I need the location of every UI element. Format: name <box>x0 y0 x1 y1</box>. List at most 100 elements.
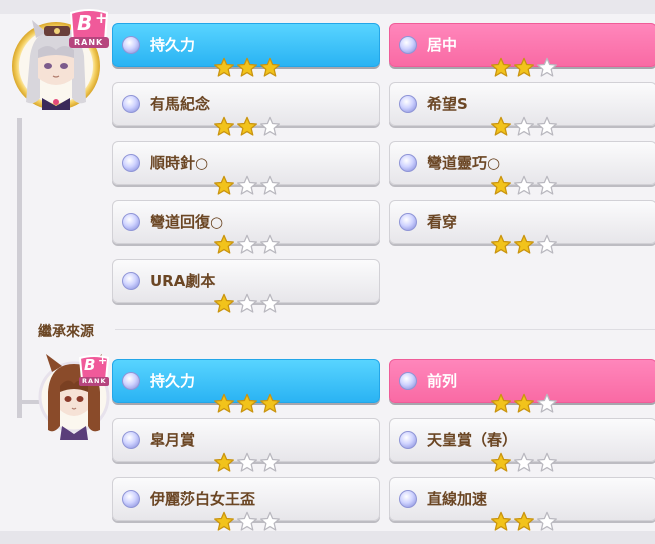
star-empty-icon <box>536 234 558 259</box>
tree-line <box>17 118 22 418</box>
star-filled-icon <box>213 393 235 418</box>
star-filled-icon <box>259 393 281 418</box>
star-rating <box>490 234 558 254</box>
rank-badge: B + RANK <box>67 9 111 51</box>
star-empty-icon <box>259 452 281 477</box>
star-filled-icon <box>490 234 512 259</box>
star-filled-icon <box>213 452 235 477</box>
skill-orb-icon <box>399 36 417 54</box>
skill-card[interactable]: 看穿 <box>389 200 655 254</box>
star-empty-icon <box>536 57 558 82</box>
star-filled-icon <box>259 57 281 82</box>
star-rating <box>490 57 558 77</box>
star-rating <box>490 116 558 136</box>
star-empty-icon <box>236 293 258 318</box>
star-filled-icon <box>490 393 512 418</box>
skill-orb-icon <box>122 431 140 449</box>
skill-card[interactable]: 有馬紀念 <box>112 82 380 136</box>
star-rating <box>490 452 558 472</box>
skill-label: 前列 <box>427 372 458 390</box>
rank-plus: + <box>95 9 108 27</box>
star-empty-icon <box>536 175 558 200</box>
skill-label: 彎道靈巧○ <box>427 154 501 172</box>
star-filled-icon <box>490 452 512 477</box>
skill-label: 順時針○ <box>150 154 209 172</box>
skill-orb-icon <box>122 154 140 172</box>
star-empty-icon <box>259 175 281 200</box>
star-filled-icon <box>213 175 235 200</box>
skill-card[interactable]: 彎道靈巧○ <box>389 141 655 195</box>
parent-rank-text: RANK <box>82 377 107 385</box>
star-filled-icon <box>513 393 535 418</box>
skill-card[interactable]: URA劇本 <box>112 259 380 313</box>
star-empty-icon <box>236 234 258 259</box>
skill-label: 伊麗莎白女王盃 <box>150 490 256 508</box>
skill-card[interactable]: 伊麗莎白女王盃 <box>112 477 380 531</box>
skill-label: 居中 <box>427 36 458 54</box>
skill-card[interactable]: 持久力 <box>112 359 380 413</box>
skill-card[interactable]: 天皇賞（春） <box>389 418 655 472</box>
parent-rank-plus: + <box>98 354 108 367</box>
skill-card[interactable]: 直線加速 <box>389 477 655 531</box>
skill-orb-icon <box>122 490 140 508</box>
skill-orb-icon <box>399 95 417 113</box>
section-title-inherit: 繼承來源 <box>38 324 94 340</box>
skill-label: 希望S <box>427 95 468 113</box>
star-empty-icon <box>236 175 258 200</box>
skill-label: URA劇本 <box>150 272 216 290</box>
skill-card[interactable]: 持久力 <box>112 23 380 77</box>
star-empty-icon <box>536 393 558 418</box>
skill-label: 天皇賞（春） <box>427 431 518 449</box>
star-filled-icon <box>236 57 258 82</box>
skill-orb-icon <box>399 372 417 390</box>
skill-card[interactable]: 希望S <box>389 82 655 136</box>
star-rating <box>213 234 281 254</box>
star-filled-icon <box>490 57 512 82</box>
star-filled-icon <box>513 234 535 259</box>
star-filled-icon <box>490 175 512 200</box>
star-empty-icon <box>236 452 258 477</box>
star-empty-icon <box>536 116 558 141</box>
star-filled-icon <box>213 293 235 318</box>
star-filled-icon <box>513 57 535 82</box>
star-filled-icon <box>490 116 512 141</box>
skill-label: 持久力 <box>150 36 196 54</box>
skill-orb-icon <box>399 154 417 172</box>
rank-grade: B <box>77 11 93 35</box>
skill-card[interactable]: 前列 <box>389 359 655 413</box>
skill-card[interactable]: 皐月賞 <box>112 418 380 472</box>
star-rating <box>213 452 281 472</box>
section-divider <box>115 329 655 330</box>
skill-orb-icon <box>122 95 140 113</box>
star-empty-icon <box>259 116 281 141</box>
star-rating <box>213 175 281 195</box>
skill-orb-icon <box>399 431 417 449</box>
star-filled-icon <box>213 234 235 259</box>
skill-card[interactable]: 順時針○ <box>112 141 380 195</box>
star-rating <box>213 57 281 77</box>
skill-orb-icon <box>122 36 140 54</box>
parent-rank-badge: B + RANK <box>77 354 111 389</box>
skill-orb-icon <box>122 213 140 231</box>
star-empty-icon <box>259 234 281 259</box>
skill-label: 皐月賞 <box>150 431 196 449</box>
star-filled-icon <box>213 57 235 82</box>
skill-card[interactable]: 居中 <box>389 23 655 77</box>
star-rating <box>213 393 281 413</box>
skill-label: 有馬紀念 <box>150 95 211 113</box>
star-empty-icon <box>536 452 558 477</box>
skill-label: 看穿 <box>427 213 458 231</box>
star-rating <box>490 175 558 195</box>
skill-orb-icon <box>399 213 417 231</box>
star-rating <box>490 393 558 413</box>
star-rating <box>490 511 558 531</box>
parent-rank-grade: B <box>84 356 96 374</box>
skill-label: 持久力 <box>150 372 196 390</box>
star-rating <box>213 511 281 531</box>
skill-orb-icon <box>399 490 417 508</box>
skill-card[interactable]: 彎道回復○ <box>112 200 380 254</box>
skill-label: 彎道回復○ <box>150 213 224 231</box>
star-empty-icon <box>513 175 535 200</box>
star-filled-icon <box>236 393 258 418</box>
star-empty-icon <box>513 116 535 141</box>
